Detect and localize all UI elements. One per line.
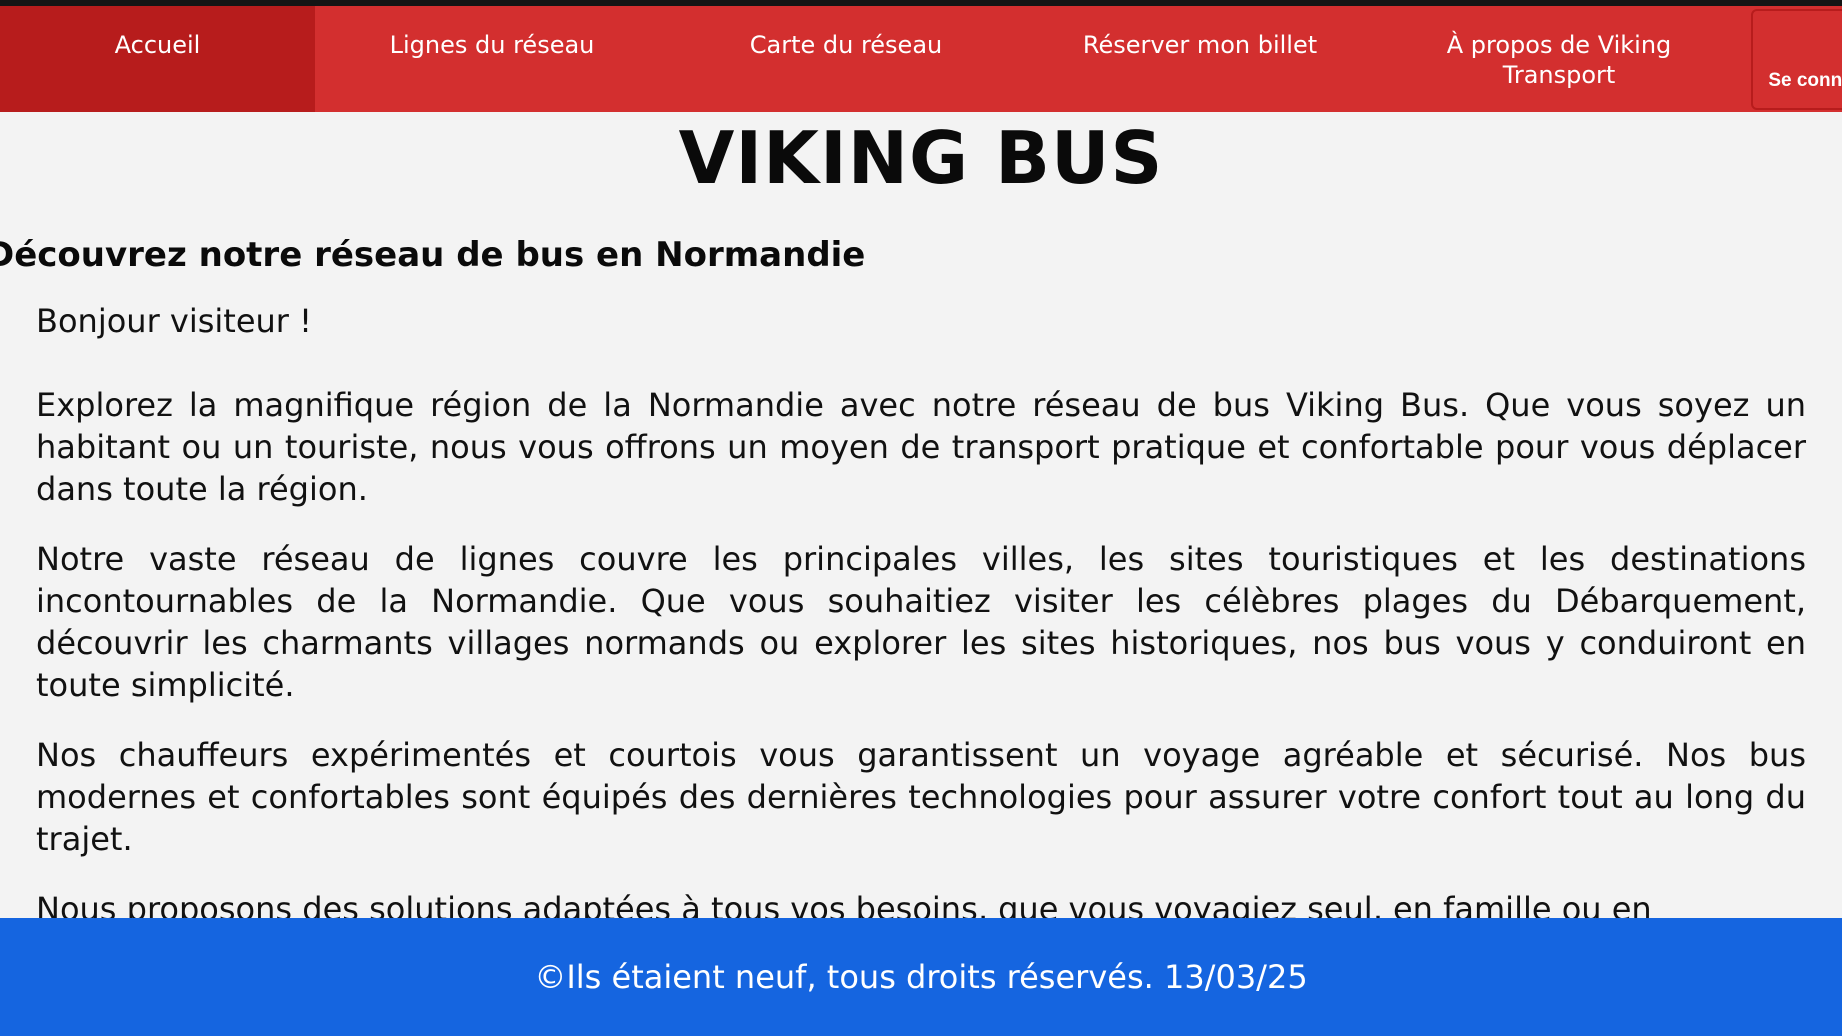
login-button[interactable]: Se connecter bbox=[1751, 9, 1842, 110]
section-heading: Découvrez notre réseau de bus en Normand… bbox=[0, 235, 866, 275]
nav-item-reserver[interactable]: Réserver mon billet bbox=[1023, 6, 1377, 112]
content-paragraph: Explorez la magnifique région de la Norm… bbox=[36, 386, 1806, 508]
content-paragraph: Notre vaste réseau de lignes couvre les … bbox=[36, 540, 1806, 704]
greeting-text: Bonjour visiteur ! bbox=[36, 302, 312, 340]
nav-item-a-propos[interactable]: À propos de Viking Transport bbox=[1377, 6, 1741, 112]
nav-item-carte[interactable]: Carte du réseau bbox=[669, 6, 1023, 112]
page-title: VIKING BUS bbox=[678, 116, 1164, 200]
nav-item-label: À propos de Viking Transport bbox=[1446, 31, 1672, 89]
content-paragraph: Nos chauffeurs expérimentés et courtois … bbox=[36, 736, 1806, 858]
main-navigation: Accueil Lignes du réseau Carte du réseau… bbox=[0, 6, 1842, 112]
login-area: Se connecter bbox=[1741, 6, 1842, 112]
nav-item-lignes[interactable]: Lignes du réseau bbox=[315, 6, 669, 112]
nav-item-label: Carte du réseau bbox=[749, 31, 943, 59]
main-content: Bonjour visiteur ! Explorez la magnifiqu… bbox=[36, 300, 1806, 958]
footer-copyright: ©Ils étaient neuf, tous droits réservés.… bbox=[534, 958, 1308, 996]
page-footer: ©Ils étaient neuf, tous droits réservés.… bbox=[0, 918, 1842, 1036]
nav-item-label: Accueil bbox=[114, 31, 201, 59]
nav-item-label: Réserver mon billet bbox=[1082, 31, 1318, 59]
nav-item-label: Lignes du réseau bbox=[389, 31, 595, 59]
nav-item-accueil[interactable]: Accueil bbox=[0, 6, 315, 112]
